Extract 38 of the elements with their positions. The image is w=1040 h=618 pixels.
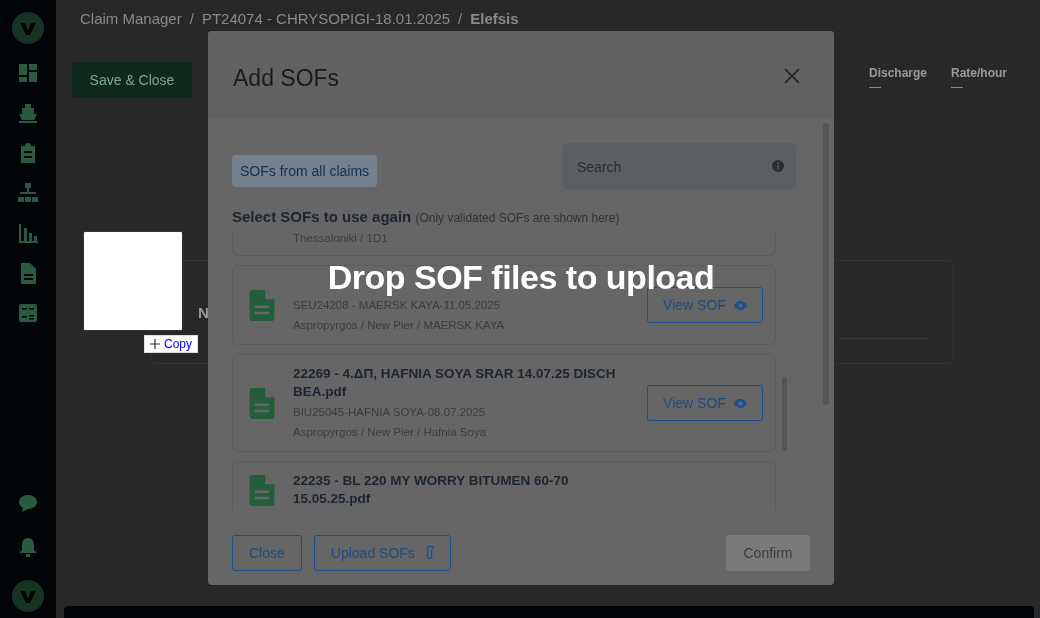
summary-label: Rate/hour xyxy=(951,66,1008,80)
upload-button[interactable]: Upload SOFs xyxy=(313,534,451,571)
paperclip-icon xyxy=(424,545,434,560)
dialog-title: Add SOFs xyxy=(233,65,340,92)
bell-icon[interactable] xyxy=(17,536,39,558)
hierarchy-icon[interactable] xyxy=(17,182,39,204)
calculator-icon[interactable] xyxy=(17,302,39,324)
close-button[interactable]: Close xyxy=(232,534,302,571)
dashboard-icon[interactable] xyxy=(17,62,39,84)
filter-chip[interactable]: SOFs from all claims xyxy=(232,154,378,187)
logo-icon[interactable] xyxy=(12,580,44,612)
copy-label: Copy xyxy=(164,337,192,351)
eye-icon xyxy=(733,398,747,408)
view-sof-button[interactable]: View SOF xyxy=(647,385,763,421)
file-name: 22269 - 4.ΔΠ, HAFNIA SOYA SRAR 14.07.25 DISCH BEA.pdf xyxy=(293,365,617,401)
card-label: N xyxy=(198,303,209,321)
breadcrumb-separator: / xyxy=(189,10,194,28)
ship-icon[interactable] xyxy=(17,102,39,124)
document-icon xyxy=(249,474,275,506)
file-name: 22235 - BL 220 MY WORRY BITUMEN 60-70 15.05.25.pdf xyxy=(293,472,570,508)
summary-label: Discharge xyxy=(868,66,927,80)
bar-chart-icon[interactable] xyxy=(17,222,39,244)
document-icon xyxy=(249,289,275,321)
summary-value: — xyxy=(868,80,882,94)
section-title: Select SOFs to use again (Only validated SOFs are shown here) xyxy=(232,208,621,225)
breadcrumb-item[interactable]: Claim Manager xyxy=(80,10,182,28)
info-icon xyxy=(772,160,784,172)
chat-icon[interactable] xyxy=(17,492,39,514)
save-close-button[interactable]: Save & Close xyxy=(72,62,192,98)
breadcrumb-item: Elefsis xyxy=(470,10,519,28)
logo-icon[interactable] xyxy=(12,12,44,44)
close-icon[interactable] xyxy=(784,68,800,84)
plus-icon xyxy=(150,339,160,349)
eye-icon xyxy=(733,300,747,310)
document-icon xyxy=(249,387,275,419)
breadcrumb-separator: / xyxy=(458,10,463,28)
breadcrumb-item[interactable]: PT24074 - CHRYSOPIGI-18.01.2025 xyxy=(201,10,451,28)
summary-value: — xyxy=(951,80,964,94)
